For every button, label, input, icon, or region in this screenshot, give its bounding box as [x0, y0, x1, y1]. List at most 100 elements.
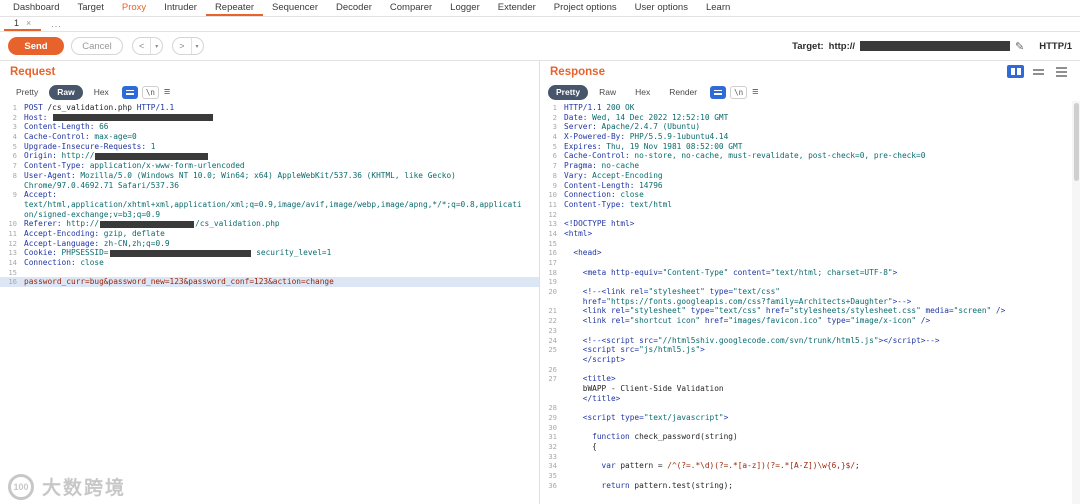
response-tab-hex[interactable]: Hex — [627, 85, 658, 100]
menubar-item-intruder[interactable]: Intruder — [155, 0, 206, 16]
request-tab-pretty[interactable]: Pretty — [8, 85, 46, 100]
http-version-label[interactable]: HTTP/1 — [1039, 41, 1072, 52]
request-tab-raw[interactable]: Raw — [49, 84, 83, 100]
response-line[interactable]: 22 <link rel="shortcut icon" href="image… — [540, 316, 1080, 326]
menubar-item-target[interactable]: Target — [68, 0, 112, 16]
scrollbar-thumb[interactable] — [1073, 103, 1079, 181]
request-line[interactable]: text/html,application/xhtml+xml,applicat… — [0, 200, 539, 210]
response-line[interactable]: 7 Pragma: no-cache — [540, 161, 1080, 171]
repeater-tab-1[interactable]: 1 × — [4, 17, 42, 31]
response-tab-pretty[interactable]: Pretty — [548, 84, 589, 100]
history-back-button[interactable]: < ▾ — [132, 37, 164, 55]
history-forward-button[interactable]: > ▾ — [172, 37, 204, 55]
response-line[interactable]: 23 — [540, 326, 1080, 336]
response-line[interactable]: 25 <script src="js/html5.js"> — [540, 345, 1080, 355]
edit-pencil-icon[interactable]: ✎ — [1015, 40, 1024, 53]
layout-rows-icon[interactable] — [1030, 65, 1047, 78]
back-arrow-icon[interactable]: < — [133, 38, 150, 54]
response-line[interactable]: 36 return pattern.test(string); — [540, 481, 1080, 491]
request-line[interactable]: 2 Host: — [0, 113, 539, 123]
menubar-item-dashboard[interactable]: Dashboard — [4, 0, 68, 16]
response-line[interactable]: 1 HTTP/1.1 200 OK — [540, 103, 1080, 113]
request-line[interactable]: 12 Accept-Language: zh-CN,zh;q=0.9 — [0, 239, 539, 249]
response-line[interactable]: 31 function check_password(string) — [540, 432, 1080, 442]
response-line[interactable]: 32 { — [540, 442, 1080, 452]
menubar-item-user-options[interactable]: User options — [626, 0, 697, 16]
layout-tabs-icon[interactable] — [1053, 65, 1070, 78]
request-line[interactable]: 16 password_curr=bug&password_new=123&pas… — [0, 277, 539, 288]
menubar-item-decoder[interactable]: Decoder — [327, 0, 381, 16]
response-line[interactable]: 5 Expires: Thu, 19 Nov 1981 08:52:00 GMT — [540, 142, 1080, 152]
request-line[interactable]: 7 Content-Type: application/x-www-form-ur… — [0, 161, 539, 171]
menubar-item-repeater[interactable]: Repeater — [205, 0, 264, 16]
menubar-item-extender[interactable]: Extender — [489, 0, 545, 16]
response-line[interactable]: 20 <!--<link rel="stylesheet" type="text… — [540, 287, 1080, 297]
chevron-down-icon[interactable]: ▾ — [150, 38, 162, 54]
request-line[interactable]: 14 Connection: close — [0, 258, 539, 268]
request-line[interactable]: Chrome/97.0.4692.71 Safari/537.36 — [0, 181, 539, 191]
response-line[interactable]: 9 Content-Length: 14796 — [540, 181, 1080, 191]
response-line[interactable]: 2 Date: Wed, 14 Dec 2022 12:52:10 GMT — [540, 113, 1080, 123]
response-line[interactable]: href="https://fonts.googleapis.com/css?f… — [540, 297, 1080, 307]
request-line[interactable]: 1 POST /cs_validation.php HTTP/1.1 — [0, 103, 539, 113]
response-line[interactable]: 19 — [540, 277, 1080, 287]
response-line[interactable]: 10 Connection: close — [540, 190, 1080, 200]
response-line[interactable]: 14 <html> — [540, 229, 1080, 239]
response-line[interactable]: </script> — [540, 355, 1080, 365]
menubar-item-learn[interactable]: Learn — [697, 0, 739, 16]
chevron-down-icon[interactable]: ▾ — [190, 38, 203, 54]
menubar-item-sequencer[interactable]: Sequencer — [263, 0, 327, 16]
response-line[interactable]: 8 Vary: Accept-Encoding — [540, 171, 1080, 181]
response-line[interactable]: 21 <link rel="stylesheet" type="text/css… — [540, 306, 1080, 316]
newline-toggle-icon[interactable]: \n — [730, 85, 748, 99]
menubar-item-project-options[interactable]: Project options — [545, 0, 626, 16]
editor-menu-icon[interactable]: ≡ — [752, 86, 758, 98]
response-line[interactable]: 24 <!--<script src="//html5shiv.googleco… — [540, 336, 1080, 346]
response-line[interactable]: 3 Server: Apache/2.4.7 (Ubuntu) — [540, 122, 1080, 132]
response-line[interactable]: 35 — [540, 471, 1080, 481]
response-line[interactable]: 29 <script type="text/javascript"> — [540, 413, 1080, 423]
request-editor[interactable]: 1 POST /cs_validation.php HTTP/1.1 2 Host: … — [0, 101, 539, 504]
layout-columns-icon[interactable] — [1007, 65, 1024, 78]
request-line[interactable]: 13 Cookie: PHPSESSID= security_level=1 — [0, 248, 539, 258]
response-line[interactable]: 11 Content-Type: text/html — [540, 200, 1080, 210]
menubar-item-proxy[interactable]: Proxy — [113, 0, 155, 16]
request-line[interactable]: 8 User-Agent: Mozilla/5.0 (Windows NT 10.… — [0, 171, 539, 181]
close-icon[interactable]: × — [26, 18, 31, 28]
response-line[interactable]: 33 — [540, 452, 1080, 462]
request-line[interactable]: 3 Content-Length: 66 — [0, 122, 539, 132]
request-line[interactable]: 15 — [0, 268, 539, 278]
response-line[interactable]: 26 — [540, 365, 1080, 375]
response-line[interactable]: </title> — [540, 394, 1080, 404]
editor-display-settings-icon[interactable] — [121, 85, 138, 99]
scrollbar[interactable] — [1072, 101, 1080, 504]
forward-arrow-icon[interactable]: > — [173, 38, 190, 54]
editor-menu-icon[interactable]: ≡ — [164, 86, 170, 98]
newline-toggle-icon[interactable]: \n — [141, 85, 159, 99]
response-line[interactable]: 17 — [540, 258, 1080, 268]
response-line[interactable]: 15 — [540, 239, 1080, 249]
response-tab-raw[interactable]: Raw — [591, 85, 624, 100]
response-tab-render[interactable]: Render — [661, 85, 705, 100]
menubar-item-logger[interactable]: Logger — [441, 0, 489, 16]
request-line[interactable]: 10 Referer: http:///cs_validation.php — [0, 219, 539, 229]
response-line[interactable]: 4 X-Powered-By: PHP/5.5.9-1ubuntu4.14 — [540, 132, 1080, 142]
response-line[interactable]: 18 <meta http-equiv="Content-Type" conte… — [540, 268, 1080, 278]
response-line[interactable]: 12 — [540, 210, 1080, 220]
request-line[interactable]: 9 Accept: — [0, 190, 539, 200]
response-line[interactable]: 16 <head> — [540, 248, 1080, 258]
response-line[interactable]: 34 var pattern = /^(?=.*\d)(?=.*[a-z])(?… — [540, 461, 1080, 471]
response-line[interactable]: 27 <title> — [540, 374, 1080, 384]
send-button[interactable]: Send — [8, 37, 64, 55]
response-line[interactable]: 6 Cache-Control: no-store, no-cache, must… — [540, 151, 1080, 161]
request-line[interactable]: 11 Accept-Encoding: gzip, deflate — [0, 229, 539, 239]
cancel-button[interactable]: Cancel — [71, 37, 123, 55]
more-tabs-button[interactable]: ... — [41, 17, 72, 31]
request-line[interactable]: 5 Upgrade-Insecure-Requests: 1 — [0, 142, 539, 152]
response-editor[interactable]: 1 HTTP/1.1 200 OK 2 Date: Wed, 14 Dec 2022 … — [540, 101, 1080, 504]
request-line[interactable]: on/signed-exchange;v=b3;q=0.9 — [0, 210, 539, 220]
menubar-item-comparer[interactable]: Comparer — [381, 0, 441, 16]
request-tab-hex[interactable]: Hex — [86, 85, 117, 100]
response-line[interactable]: 28 — [540, 403, 1080, 413]
request-line[interactable]: 6 Origin: http:// — [0, 151, 539, 161]
